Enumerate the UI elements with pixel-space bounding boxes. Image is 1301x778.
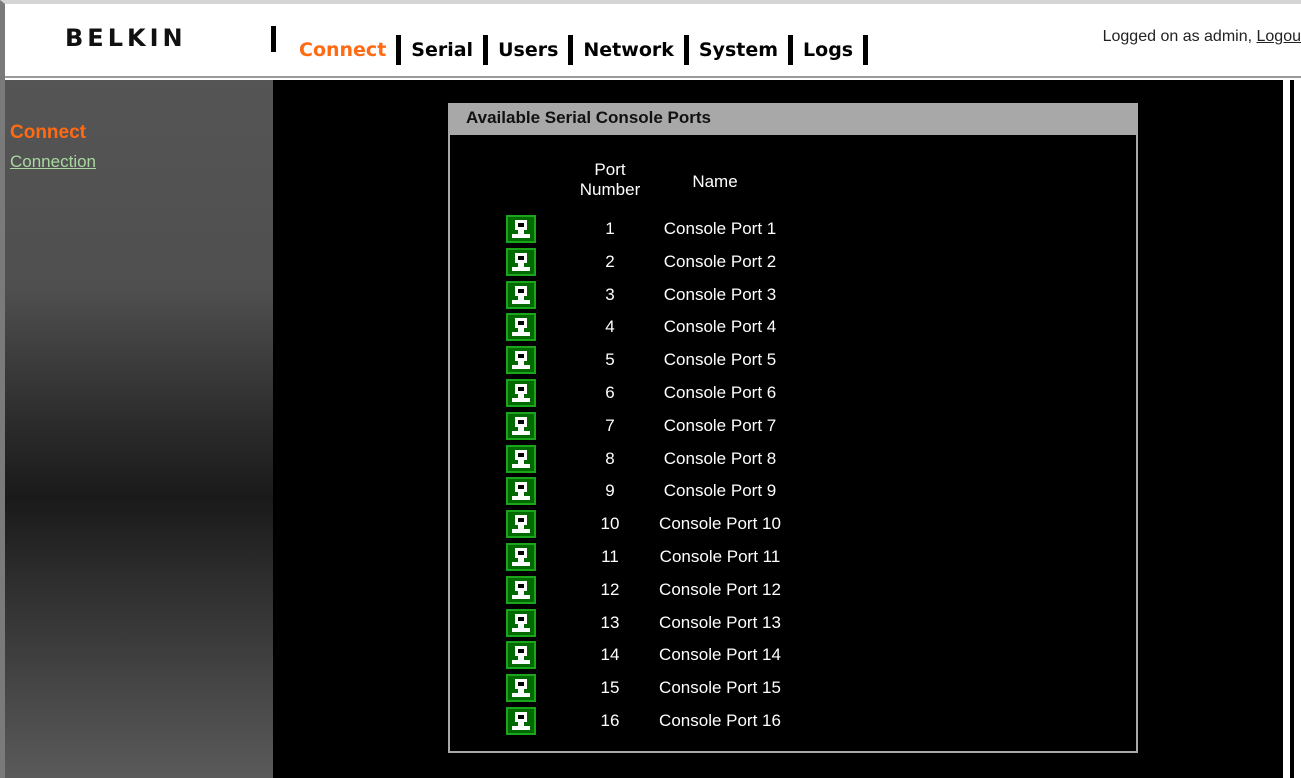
table-row: 8 Console Port 8 <box>450 444 1136 477</box>
nav-network[interactable]: Network <box>573 39 683 61</box>
nav-serial[interactable]: Serial <box>401 39 483 61</box>
table-row: 14 Console Port 14 <box>450 640 1136 673</box>
main-nav: Connect Serial Users Network System Logs <box>287 34 869 66</box>
port-name: Console Port 15 <box>659 678 781 698</box>
nav-connect[interactable]: Connect <box>287 39 396 61</box>
port-name: Console Port 2 <box>663 251 777 271</box>
terminal-icon[interactable] <box>506 379 536 407</box>
table-row: 7 Console Port 7 <box>450 411 1136 444</box>
nav-logs[interactable]: Logs <box>793 39 863 61</box>
port-name: Console Port 13 <box>659 612 781 632</box>
table-row: 4 Console Port 4 <box>450 312 1136 345</box>
table-row: 1 Console Port 1 <box>450 214 1136 247</box>
table-row: 5 Console Port 5 <box>450 345 1136 378</box>
terminal-icon[interactable] <box>506 215 536 243</box>
table-row: 12 Console Port 12 <box>450 575 1136 608</box>
port-header-line1: Port <box>594 160 626 179</box>
table-row: 9 Console Port 9 <box>450 476 1136 509</box>
table-row: 3 Console Port 3 <box>450 280 1136 313</box>
port-name: Console Port 16 <box>659 711 781 730</box>
terminal-icon[interactable] <box>506 411 536 440</box>
port-name: Console Port 6 <box>663 383 777 402</box>
terminal-icon[interactable] <box>506 674 536 703</box>
belkin-logo: BELKIN <box>65 24 187 52</box>
port-name: Console Port 7 <box>663 415 777 435</box>
sidebar: Connect Connection <box>5 80 273 778</box>
port-name: Console Port 11 <box>659 547 781 566</box>
terminal-icon[interactable] <box>506 247 536 276</box>
main-content: Available Serial Console Ports Port Numb… <box>273 80 1283 778</box>
terminal-icon[interactable] <box>506 641 536 670</box>
terminal-icon[interactable] <box>506 313 536 342</box>
terminal-icon[interactable] <box>506 444 536 473</box>
terminal-icon[interactable] <box>506 608 536 637</box>
scrollbar[interactable] <box>1290 80 1294 778</box>
nav-divider <box>863 35 869 65</box>
column-header-name: Name <box>692 172 738 191</box>
terminal-icon[interactable] <box>506 477 536 506</box>
table-row: 10 Console Port 10 <box>450 509 1136 542</box>
serial-ports-panel: Available Serial Console Ports Port Numb… <box>448 103 1138 753</box>
login-text: Logged on as admin, <box>1102 28 1257 45</box>
table-row: 13 Console Port 13 <box>450 608 1136 641</box>
logo-divider <box>271 26 276 52</box>
sidebar-title: Connect <box>10 122 86 143</box>
port-name: Console Port 14 <box>659 645 781 665</box>
terminal-icon[interactable] <box>506 510 536 539</box>
terminal-icon[interactable] <box>506 543 536 571</box>
port-header-line2: Number <box>579 180 641 199</box>
login-status: Logged on as admin, Logou <box>1103 28 1301 46</box>
header: BELKIN Connect Serial Users Network Syst… <box>5 4 1301 78</box>
terminal-icon[interactable] <box>506 707 536 735</box>
table-row: 6 Console Port 6 <box>450 378 1136 411</box>
port-name: Console Port 3 <box>663 284 777 304</box>
port-name: Console Port 1 <box>663 219 777 238</box>
nav-users[interactable]: Users <box>488 39 568 61</box>
table-row: 16 Console Port 16 <box>450 706 1136 739</box>
terminal-icon[interactable] <box>506 346 536 375</box>
port-name: Console Port 5 <box>663 350 777 370</box>
port-name: Console Port 12 <box>659 579 781 599</box>
nav-system[interactable]: System <box>689 39 788 61</box>
port-name: Console Port 4 <box>663 317 777 337</box>
terminal-icon[interactable] <box>506 575 536 604</box>
logout-link[interactable]: Logou <box>1257 28 1301 45</box>
port-name: Console Port 8 <box>663 448 777 468</box>
column-header-port-number: Port Number <box>575 160 645 200</box>
terminal-icon[interactable] <box>506 280 536 309</box>
port-name: Console Port 9 <box>663 481 777 501</box>
panel-title: Available Serial Console Ports <box>450 105 1136 135</box>
sidebar-item-connection[interactable]: Connection <box>10 152 96 172</box>
port-name: Console Port 10 <box>659 514 781 534</box>
table-row: 11 Console Port 11 <box>450 542 1136 575</box>
table-row: 2 Console Port 2 <box>450 247 1136 280</box>
table-row: 15 Console Port 15 <box>450 673 1136 706</box>
